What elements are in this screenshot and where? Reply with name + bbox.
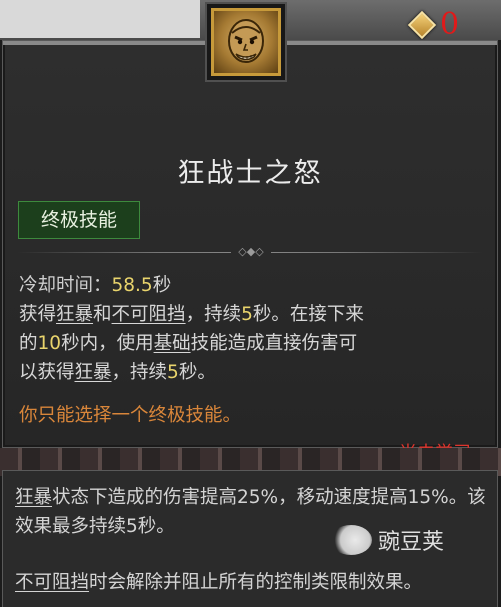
skill-description: 冷却时间：58.5秒 获得狂暴和不可阻挡，持续5秒。在接下来 的10秒内，使用基… — [19, 271, 491, 387]
cooldown-label: 冷却时间： — [19, 275, 112, 296]
gem-diamond-icon — [407, 10, 437, 40]
skill-type-badge: 终极技能 — [18, 201, 140, 239]
keyword-basic[interactable]: 基础 — [154, 333, 191, 354]
divider-ornament-icon: ◇◆◇ — [231, 246, 271, 258]
cooldown-unit: 秒 — [152, 275, 172, 296]
currency-counter: 0 — [407, 7, 460, 42]
keyword-unstoppable[interactable]: 不可阻挡 — [112, 304, 186, 325]
keyword-unstoppable-title: 不可阻挡 — [15, 572, 90, 593]
description-line-1: 获得狂暴和不可阻挡，持续5秒。在接下来 — [19, 304, 364, 325]
unstoppable-explanation: 不可阻挡时会解除并阻止所有的控制类限制效果。 — [15, 572, 423, 593]
keyword-berserk[interactable]: 狂暴 — [56, 304, 93, 325]
keyword-berserk-title: 狂暴 — [15, 487, 53, 508]
cooldown-value: 58.5 — [111, 275, 153, 296]
skill-icon-frame — [205, 2, 287, 82]
ultimate-limit-note: 你只能选择一个终极技能。 — [19, 405, 242, 426]
berserker-face-icon — [211, 8, 281, 76]
description-line-2: 的10秒内，使用基础技能造成直接伤害可 — [19, 333, 358, 354]
skill-tooltip-panel: 狂战士之怒 终极技能 ◇◆◇ 冷却时间：58.5秒 获得狂暴和不可阻挡，持续5秒… — [2, 40, 498, 464]
watermark-text: 豌豆荚 — [378, 530, 445, 555]
watermark: 豌豆荚 — [330, 524, 444, 556]
keyword-berserk-2[interactable]: 狂暴 — [75, 362, 112, 383]
watermark-logo-icon — [330, 525, 372, 555]
cooldown-line: 冷却时间：58.5秒 — [19, 271, 491, 300]
currency-count: 0 — [440, 7, 460, 42]
description-line-3: 以获得狂暴，持续5秒。 — [19, 362, 216, 383]
background-light-area — [0, 0, 200, 38]
skill-title: 狂战士之怒 — [177, 158, 323, 189]
